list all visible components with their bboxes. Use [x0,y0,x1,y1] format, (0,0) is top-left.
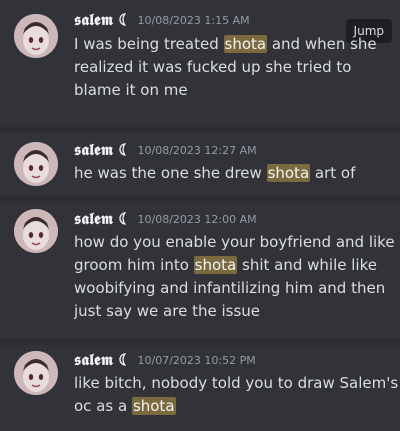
search-highlight: shota [223,35,268,53]
search-result[interactable]: 𝖘𝖆𝖑𝖊𝖒 ☾ 10/08/2023 12:27 AM he was the o… [0,132,400,196]
message-line: groom him into shota shit and while like [74,254,392,277]
message-line: woobifying and infantilizing him and the… [74,277,392,300]
avatar[interactable] [14,209,58,253]
search-highlight: shota [266,164,311,182]
message-text: I was being treated [74,35,224,53]
avatar-image [14,14,58,58]
message-line: just say we are the issue [74,300,392,323]
message-text: woobifying and infantilizing him and the… [74,279,386,297]
avatar-image [14,142,58,186]
message-header: 𝖘𝖆𝖑𝖊𝖒 ☾ 10/07/2023 10:52 PM [74,348,256,372]
message-content: he was the one she drew shota art of [74,162,392,185]
message-line: I was being treated shota and when she [74,33,392,56]
avatar[interactable] [14,142,58,186]
avatar[interactable] [14,14,58,58]
username[interactable]: 𝖘𝖆𝖑𝖊𝖒 ☾ [74,10,131,30]
message-text: groom him into [74,256,194,274]
message-text: art of [310,164,356,182]
message-line: blame it on me [74,79,392,102]
search-result[interactable]: 𝖘𝖆𝖑𝖊𝖒 ☾ 10/08/2023 12:00 AM how do you e… [0,203,400,338]
message-content: how do you enable your boyfriend and lik… [74,231,395,323]
message-text: shit and while like [237,256,377,274]
search-highlight: shota [131,397,176,415]
message-header: 𝖘𝖆𝖑𝖊𝖒 ☾ 10/08/2023 12:27 AM [74,138,257,162]
message-line: like bitch, nobody told you to draw Sale… [74,372,398,395]
timestamp: 10/07/2023 10:52 PM [137,353,256,367]
timestamp: 10/08/2023 12:00 AM [137,212,257,226]
message-content: like bitch, nobody told you to draw Sale… [74,372,398,418]
search-results: 𝖘𝖆𝖑𝖊𝖒 ☾ 10/08/2023 1:15 AM Jump I was be… [0,0,400,431]
search-highlight: shota [193,256,238,274]
message-text: oc as a [74,397,132,415]
message-header: 𝖘𝖆𝖑𝖊𝖒 ☾ 10/08/2023 1:15 AM [74,8,250,32]
message-line: realized it was fucked up she tried to [74,56,392,79]
message-line: how do you enable your boyfriend and lik… [74,231,395,254]
message-line: oc as a shota [74,395,392,418]
username[interactable]: 𝖘𝖆𝖑𝖊𝖒 ☾ [74,209,131,229]
search-result[interactable]: 𝖘𝖆𝖑𝖊𝖒 ☾ 10/07/2023 10:52 PM like bitch, … [0,345,400,431]
message-text: how do you enable your boyfriend and lik… [74,233,395,251]
timestamp: 10/08/2023 12:27 AM [137,143,257,157]
message-text: and when she [267,35,377,53]
message-text: he was the one she drew [74,164,267,182]
avatar[interactable] [14,351,58,395]
message-text: realized it was fucked up she tried to [74,58,352,76]
message-line: he was the one she drew shota art of [74,162,392,185]
message-content: I was being treated shota and when she r… [74,33,392,102]
message-text: just say we are the issue [74,302,260,320]
message-header: 𝖘𝖆𝖑𝖊𝖒 ☾ 10/08/2023 12:00 AM [74,207,257,231]
username[interactable]: 𝖘𝖆𝖑𝖊𝖒 ☾ [74,140,131,160]
username[interactable]: 𝖘𝖆𝖑𝖊𝖒 ☾ [74,350,131,370]
message-text: blame it on me [74,81,188,99]
avatar-image [14,351,58,395]
message-text: like bitch, nobody told you to draw Sale… [74,374,399,392]
timestamp: 10/08/2023 1:15 AM [137,13,250,27]
search-result[interactable]: 𝖘𝖆𝖑𝖊𝖒 ☾ 10/08/2023 1:15 AM Jump I was be… [0,0,400,125]
avatar-image [14,209,58,253]
